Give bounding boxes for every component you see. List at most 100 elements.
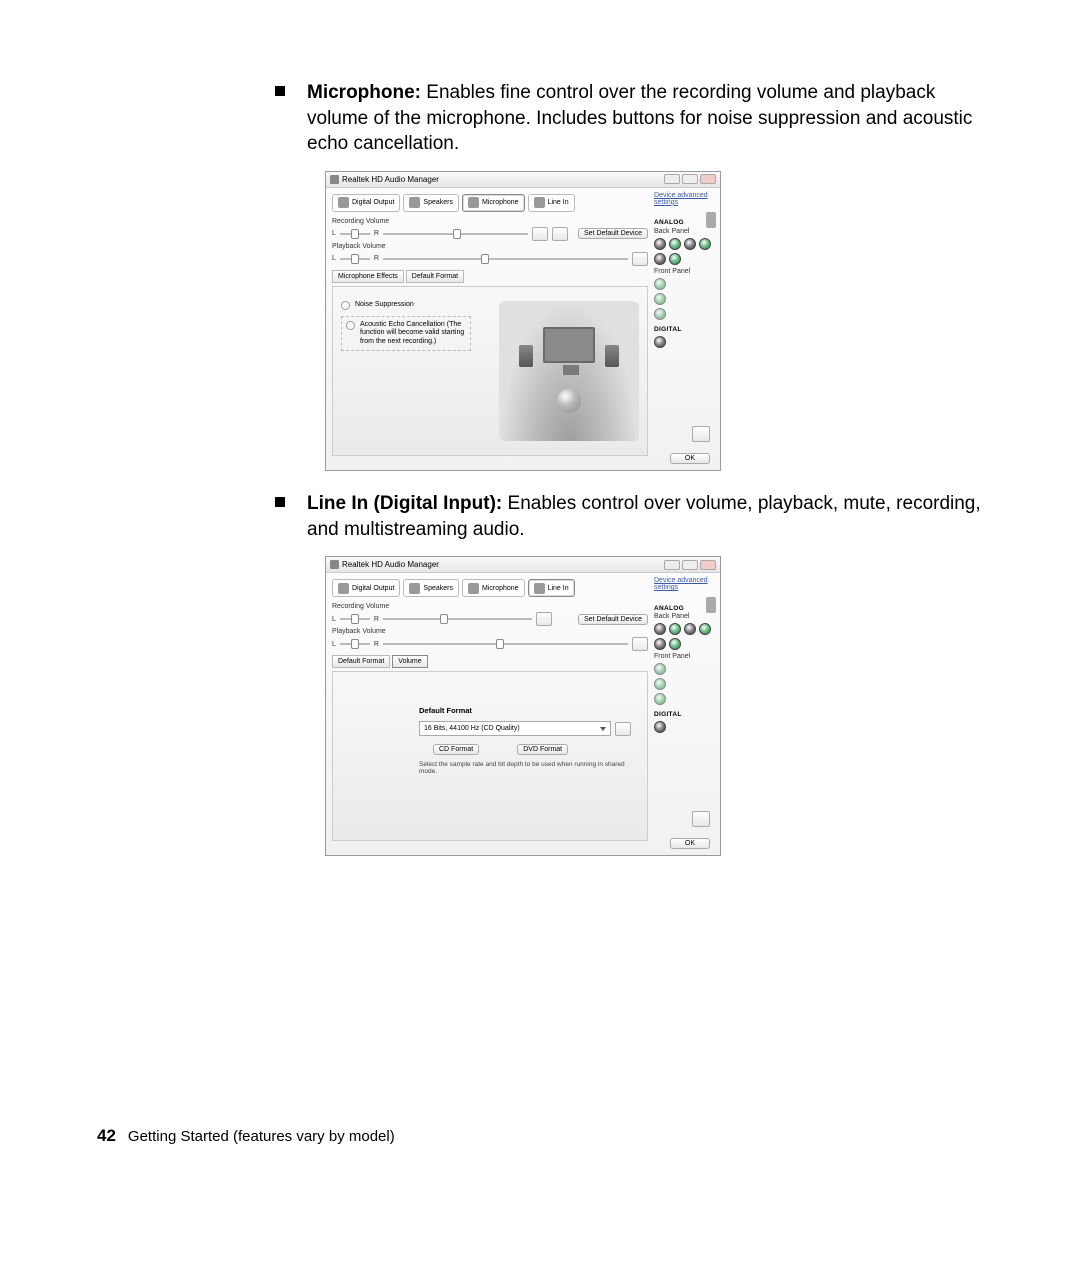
format-select[interactable]: 16 Bits, 44100 Hz (CD Quality)	[419, 721, 611, 736]
subtab-mic-effects[interactable]: Microphone Effects	[332, 270, 404, 283]
tab-label: Microphone	[482, 199, 519, 206]
balance-slider[interactable]	[340, 639, 370, 649]
microphone-title: Microphone:	[307, 82, 421, 103]
connector-icon[interactable]	[706, 212, 716, 228]
line-in-icon	[534, 197, 545, 208]
digital-output-icon	[338, 197, 349, 208]
microphone-icon	[468, 583, 479, 594]
speaker-right-icon	[605, 345, 619, 367]
back-panel-ports	[654, 238, 716, 265]
connector-icon[interactable]	[706, 597, 716, 613]
mute-button[interactable]	[536, 612, 552, 626]
r-label: R	[374, 255, 379, 262]
balance-slider[interactable]	[340, 254, 370, 264]
l-label: L	[332, 230, 336, 237]
audio-port[interactable]	[654, 721, 666, 733]
radio-icon	[341, 301, 350, 310]
audio-port[interactable]	[654, 238, 666, 250]
set-default-button[interactable]: Set Default Device	[578, 228, 648, 239]
audio-port[interactable]	[669, 253, 681, 265]
subtab-default-format[interactable]: Default Format	[332, 655, 390, 668]
info-button[interactable]	[692, 426, 710, 442]
audio-port[interactable]	[654, 663, 666, 675]
cd-format-button[interactable]: CD Format	[433, 744, 479, 755]
line-in-desc: Line In (Digital Input): Enables control…	[307, 491, 990, 542]
mute-button[interactable]	[632, 637, 648, 651]
tab-speakers[interactable]: Speakers	[403, 194, 459, 212]
audio-port[interactable]	[654, 293, 666, 305]
window-max-button[interactable]	[682, 174, 698, 184]
screenshot-line-in: Realtek HD Audio Manager Digital Output …	[325, 556, 721, 856]
audio-port[interactable]	[699, 238, 711, 250]
ok-button[interactable]: OK	[670, 838, 710, 849]
audio-port[interactable]	[654, 693, 666, 705]
mute-button[interactable]	[632, 252, 648, 266]
listener-icon	[557, 389, 581, 413]
device-advanced-link[interactable]: Device advanced settings	[654, 577, 716, 591]
subtab-default-format[interactable]: Default Format	[406, 270, 464, 283]
boost-button[interactable]	[552, 227, 568, 241]
balance-slider[interactable]	[340, 614, 370, 624]
l-label: L	[332, 616, 336, 623]
format-hint: Select the sample rate and bit depth to …	[419, 761, 631, 775]
speaker-icon	[330, 560, 339, 569]
audio-port[interactable]	[654, 638, 666, 650]
speaker-left-icon	[519, 345, 533, 367]
window-title: Realtek HD Audio Manager	[342, 175, 439, 184]
line-in-icon	[534, 583, 545, 594]
balance-slider[interactable]	[340, 229, 370, 239]
window-close-button[interactable]	[700, 560, 716, 570]
window-close-button[interactable]	[700, 174, 716, 184]
audio-port[interactable]	[669, 238, 681, 250]
recording-volume-slider[interactable]	[383, 229, 528, 239]
noise-suppression-option[interactable]: Noise Suppression	[341, 301, 471, 310]
info-button[interactable]	[692, 811, 710, 827]
device-tabs: Digital Output Speakers Microphone Line …	[332, 579, 648, 597]
digital-label: DIGITAL	[654, 711, 716, 718]
tab-label: Digital Output	[352, 585, 394, 592]
device-advanced-link[interactable]: Device advanced settings	[654, 192, 716, 206]
audio-port[interactable]	[669, 638, 681, 650]
audio-port[interactable]	[669, 623, 681, 635]
audio-port[interactable]	[654, 253, 666, 265]
playback-volume-slider[interactable]	[383, 254, 628, 264]
tab-digital-output[interactable]: Digital Output	[332, 579, 400, 597]
window-min-button[interactable]	[664, 174, 680, 184]
playback-volume-slider[interactable]	[383, 639, 628, 649]
recording-volume-label: Recording Volume	[332, 218, 648, 225]
audio-port[interactable]	[699, 623, 711, 635]
audio-port[interactable]	[684, 623, 696, 635]
play-test-button[interactable]	[615, 722, 631, 736]
mute-button[interactable]	[532, 227, 548, 241]
digital-label: DIGITAL	[654, 326, 716, 333]
tab-label: Line In	[548, 585, 569, 592]
digital-output-icon	[338, 583, 349, 594]
page-footer-text: Getting Started (features vary by model)	[128, 1128, 395, 1145]
audio-port[interactable]	[654, 308, 666, 320]
tab-microphone[interactable]: Microphone	[462, 194, 525, 212]
tab-digital-output[interactable]: Digital Output	[332, 194, 400, 212]
audio-port[interactable]	[654, 278, 666, 290]
format-value: 16 Bits, 44100 Hz (CD Quality)	[424, 725, 520, 732]
window-max-button[interactable]	[682, 560, 698, 570]
window-min-button[interactable]	[664, 560, 680, 570]
tab-microphone[interactable]: Microphone	[462, 579, 525, 597]
dvd-format-button[interactable]: DVD Format	[517, 744, 568, 755]
tab-line-in[interactable]: Line In	[528, 194, 575, 212]
audio-port[interactable]	[654, 623, 666, 635]
audio-port[interactable]	[654, 336, 666, 348]
window-title: Realtek HD Audio Manager	[342, 560, 439, 569]
audio-port[interactable]	[654, 678, 666, 690]
front-panel-ports	[654, 278, 716, 320]
speaker-icon	[330, 175, 339, 184]
tab-line-in[interactable]: Line In	[528, 579, 575, 597]
speakers-icon	[409, 583, 420, 594]
ok-button[interactable]: OK	[670, 453, 710, 464]
aec-option[interactable]: Acoustic Echo Cancellation (The function…	[341, 316, 471, 351]
recording-volume-slider[interactable]	[383, 614, 532, 624]
set-default-button[interactable]: Set Default Device	[578, 614, 648, 625]
subtab-volume[interactable]: Volume	[392, 655, 427, 668]
bullet-microphone: Microphone: Enables fine control over th…	[275, 80, 990, 471]
audio-port[interactable]	[684, 238, 696, 250]
tab-speakers[interactable]: Speakers	[403, 579, 459, 597]
